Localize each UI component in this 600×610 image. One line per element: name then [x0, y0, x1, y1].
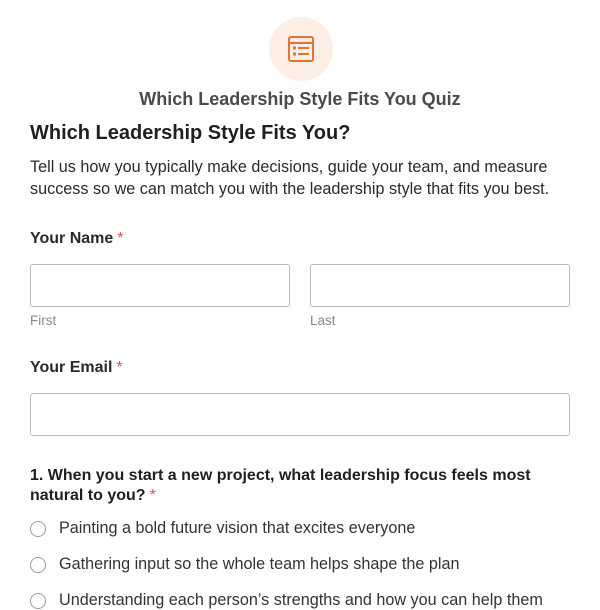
radio-button[interactable] — [30, 556, 46, 573]
required-mark: * — [116, 359, 123, 376]
question-1-label: 1. When you start a new project, what le… — [30, 466, 575, 506]
first-name-input[interactable] — [30, 264, 290, 307]
radio-button[interactable] — [30, 592, 46, 609]
email-label-text: Your Email — [30, 359, 113, 376]
email-field-label: Your Email * — [30, 358, 123, 378]
last-sublabel: Last — [310, 313, 336, 328]
required-mark: * — [117, 230, 124, 247]
first-sublabel: First — [30, 313, 57, 328]
name-field-label: Your Name * — [30, 229, 124, 249]
form-name: Which Leadership Style Fits You Quiz — [139, 89, 461, 109]
question-1-option[interactable]: Painting a bold future vision that excit… — [30, 519, 415, 538]
radio-button[interactable] — [30, 520, 46, 537]
required-mark: * — [149, 487, 156, 504]
option-label: Understanding each person’s strengths an… — [59, 591, 543, 609]
email-input[interactable] — [30, 393, 570, 436]
name-label-text: Your Name — [30, 230, 114, 247]
question-1-option[interactable]: Gathering input so the whole team helps … — [30, 555, 459, 574]
form-list-icon — [288, 36, 314, 62]
form-title: Which Leadership Style Fits You? — [30, 122, 351, 144]
form-description: Tell us how you typically make decisions… — [30, 158, 550, 198]
form-icon-badge — [269, 17, 333, 81]
last-name-input[interactable] — [310, 264, 570, 307]
question-1-option[interactable]: Understanding each person’s strengths an… — [30, 591, 543, 610]
question-1-text: 1. When you start a new project, what le… — [30, 467, 531, 504]
option-label: Painting a bold future vision that excit… — [59, 519, 416, 537]
option-label: Gathering input so the whole team helps … — [59, 555, 460, 573]
